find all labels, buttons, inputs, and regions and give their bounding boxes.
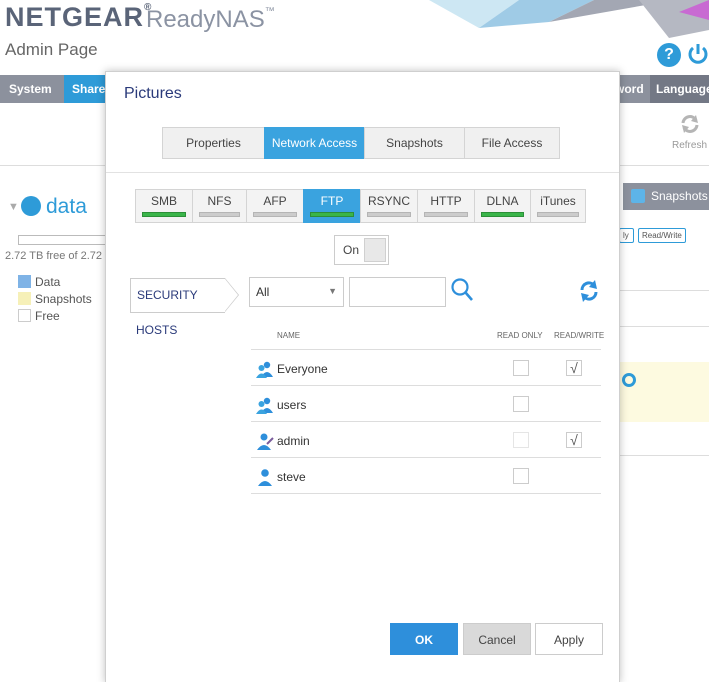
ok-button[interactable]: OK [390,623,458,655]
table-row: admin √ [251,422,601,458]
volume-free-text: 2.72 TB free of 2.72 TB [5,250,105,262]
side-nav-hosts[interactable]: HOSTS [136,323,177,337]
legend-item-free: Free [18,309,60,323]
user-name: Everyone [277,362,328,376]
chevron-down-icon[interactable]: ▼ [8,201,19,213]
protocol-status-indicator [310,212,354,217]
admin-user-icon [257,433,274,450]
protocol-status-indicator [537,212,579,217]
protocol-status-indicator [481,212,524,217]
toggle-label: On [343,243,360,257]
nav-language[interactable]: Language ▾ [650,75,709,124]
protocol-tab-http[interactable]: HTTP [417,189,475,223]
refresh-label: Refresh [672,140,708,151]
tab-snapshots[interactable]: Snapshots [364,127,465,159]
side-nav: SECURITY HOSTS [130,278,239,337]
divider [106,172,619,173]
divider [620,326,709,327]
protocol-tab-nfs[interactable]: NFS [192,189,247,223]
dialog-tabs: Properties Network Access Snapshots File… [162,127,560,159]
protocol-status-indicator [253,212,297,217]
volume-icon [21,196,41,216]
protocol-tab-rsync[interactable]: RSYNC [360,189,418,223]
refresh-button[interactable]: Refresh [672,113,707,151]
legend-item-snapshots: Snapshots [18,292,92,306]
nav-shares[interactable]: Shares [64,75,112,103]
group-icon [256,397,273,414]
cancel-button[interactable]: Cancel [463,623,531,655]
gear-icon[interactable] [622,373,636,387]
snapshot-icon [631,189,645,203]
divider [620,455,709,456]
power-icon[interactable] [687,42,709,66]
read-write-checkbox[interactable]: √ [566,432,582,448]
read-write-checkbox[interactable]: √ [566,360,582,376]
table-row: Everyone √ [251,350,601,386]
share-settings-dialog: Pictures Properties Network Access Snaps… [105,71,620,682]
column-header-read-only: READ ONLY [497,331,543,340]
protocol-tab-ftp[interactable]: FTP [303,189,361,223]
access-table: NAME READ ONLY READ/WRITE Everyone √ use… [251,317,605,494]
table-row: users [251,386,601,422]
divider [620,290,709,291]
chevron-down-icon: ▼ [328,286,337,296]
snapshots-button[interactable]: Snapshots [623,183,709,210]
toggle-knob[interactable] [364,238,386,262]
read-only-pill[interactable]: ly [619,228,634,243]
decorative-banner [429,0,709,38]
tab-network-access[interactable]: Network Access [264,127,365,159]
legend-swatch [18,275,31,288]
protocol-tab-dlna[interactable]: DLNA [474,189,531,223]
user-name: admin [277,434,310,448]
user-name: steve [277,470,306,484]
legend-swatch [18,292,31,305]
share-row-highlight [620,362,709,422]
table-header: NAME READ ONLY READ/WRITE [251,317,605,350]
tab-properties[interactable]: Properties [162,127,265,159]
column-header-name: NAME [277,331,301,340]
refresh-icon[interactable] [579,280,599,302]
page-title: Admin Page [5,40,98,59]
netgear-logo: NETGEAR® [5,2,153,32]
read-only-checkbox[interactable] [513,468,529,484]
product-name: ReadyNAS™ [146,6,275,33]
side-nav-security[interactable]: SECURITY [130,278,239,313]
protocol-status-indicator [367,212,411,217]
protocol-status-indicator [142,212,186,217]
nav-password[interactable]: word [615,75,655,103]
read-only-checkbox[interactable] [513,360,529,376]
read-only-checkbox[interactable] [513,432,529,448]
user-filter-select[interactable]: All ▼ [249,277,344,307]
nav-system[interactable]: System [9,75,64,103]
arrow-shape [225,279,238,311]
protocol-enable-toggle[interactable]: On [334,235,389,265]
search-icon[interactable] [450,277,474,303]
refresh-icon [681,115,698,133]
protocol-tab-smb[interactable]: SMB [135,189,193,223]
protocol-tabs: SMB NFS AFP FTP RSYNC HTTP DLNA iTunes [135,189,586,223]
protocol-status-indicator [199,212,240,217]
read-only-checkbox[interactable] [513,396,529,412]
protocol-tab-itunes[interactable]: iTunes [530,189,586,223]
help-icon[interactable]: ? [657,43,681,67]
volume-usage-bar [18,235,108,245]
column-header-read-write: READ/WRITE [554,331,605,340]
apply-button[interactable]: Apply [535,623,603,655]
legend-swatch [18,309,31,322]
user-name: users [277,398,307,412]
read-write-pill[interactable]: Read/Write [638,228,686,243]
protocol-status-indicator [424,212,468,217]
search-input[interactable] [349,277,446,307]
legend-item-data: Data [18,275,60,289]
table-row: steve [251,458,601,494]
dialog-title: Pictures [124,85,182,102]
volume-name[interactable]: data [46,195,87,219]
tab-file-access[interactable]: File Access [464,127,560,159]
group-icon [256,361,273,378]
protocol-tab-afp[interactable]: AFP [246,189,304,223]
user-icon [258,469,272,486]
